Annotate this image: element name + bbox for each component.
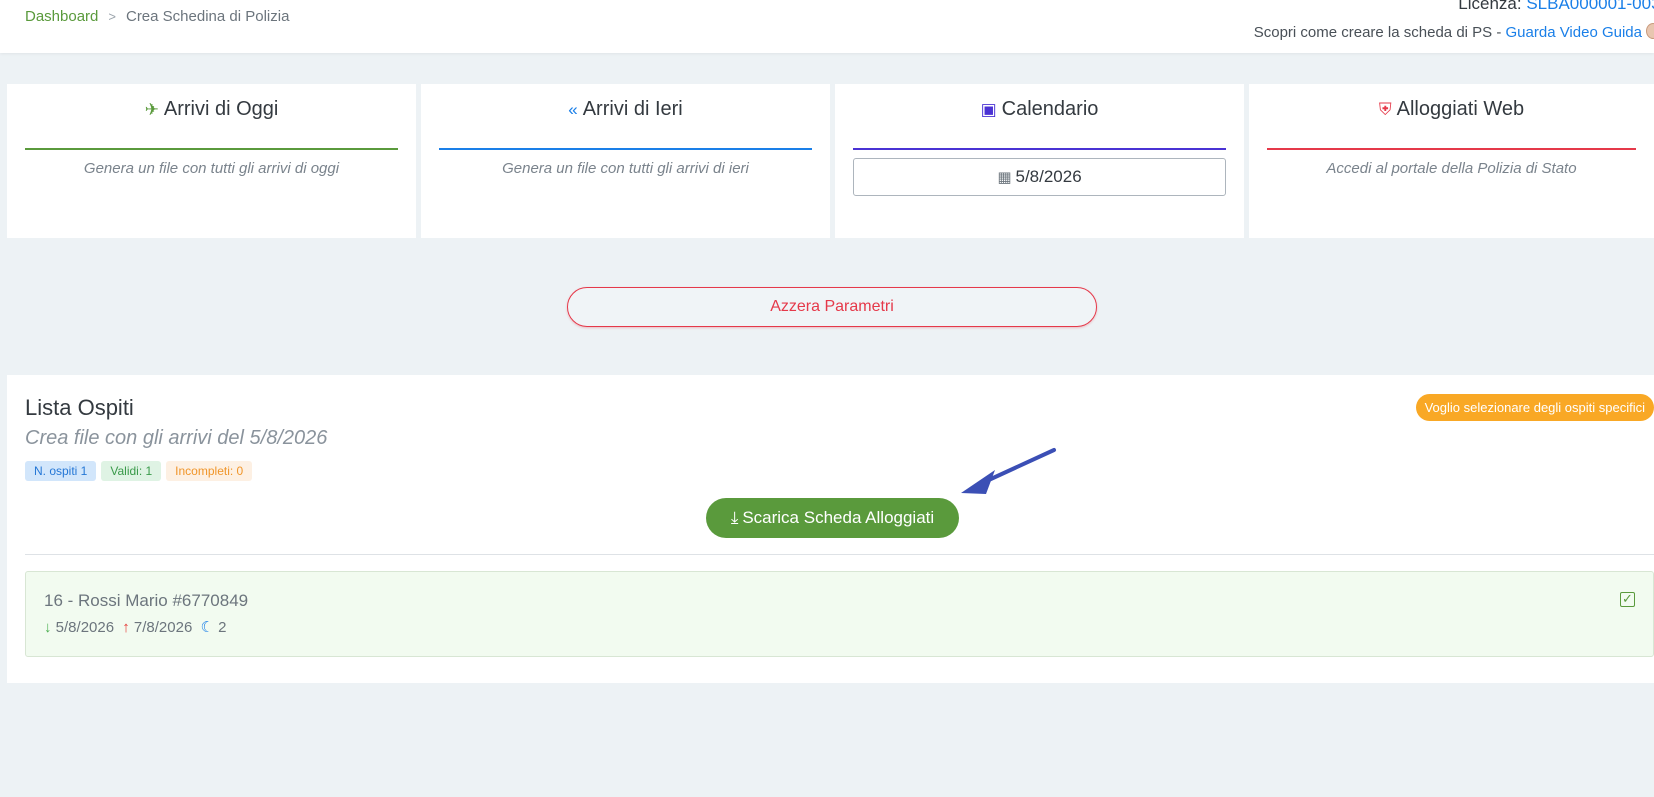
- card-accent-line: [25, 148, 398, 150]
- card-title: ▣ Calendario: [980, 98, 1099, 120]
- reply-all-icon: «: [568, 100, 578, 119]
- annotation-arrow-icon: [961, 448, 1056, 494]
- download-icon: ⤓: [730, 508, 739, 527]
- valid-count-badge: Validi: 1: [101, 461, 162, 481]
- license-code-link[interactable]: SLBA000001-0039: [1526, 0, 1654, 13]
- video-guide-info: Scopri come creare la scheda di PS - Gua…: [1254, 23, 1654, 41]
- card-arrivi-oggi[interactable]: ✈︎ Arrivi di Oggi Genera un file con tutt…: [7, 84, 416, 238]
- guest-list-panel: Lista Ospiti Crea file con gli arrivi de…: [7, 375, 1654, 683]
- guest-badges: N. ospiti 1 Validi: 1 Incompleti: 0: [25, 461, 253, 481]
- card-title: ✈︎ Arrivi di Oggi: [144, 98, 279, 120]
- departure-date: 7/8/2026: [133, 619, 193, 636]
- breadcrumb: Dashboard > Crea Schedina di Polizia: [25, 8, 289, 25]
- departure-arrow-icon: ↑: [122, 619, 130, 636]
- shield-icon: ⛨: [1378, 100, 1392, 119]
- card-accent-line: [1267, 148, 1636, 150]
- card-accent-line: [853, 148, 1226, 150]
- plane-landing-icon: ✈︎: [144, 100, 159, 119]
- calendar-clock-icon: ▣: [980, 100, 997, 119]
- guide-text: Scopri come creare la scheda di PS -: [1253, 24, 1506, 41]
- incomplete-count-badge: Incompleti: 0: [166, 461, 253, 481]
- breadcrumb-chevron-icon: >: [108, 9, 116, 24]
- arrival-arrow-icon: ↓: [44, 619, 52, 636]
- guest-count-badge: N. ospiti 1: [25, 461, 97, 481]
- breadcrumb-dashboard-link[interactable]: Dashboard: [25, 8, 98, 25]
- top-bar: Dashboard > Crea Schedina di Polizia Licen…: [0, 0, 1654, 53]
- license-label: Licenza:: [1458, 0, 1527, 13]
- card-arrivi-ieri[interactable]: «Arrivi di Ieri Genera un file con tutti…: [421, 84, 830, 238]
- card-description: Accedi al portale della Polizia di Stato: [1326, 160, 1577, 177]
- panel-title: Lista Ospiti: [25, 395, 134, 420]
- video-guide-icon: [1646, 23, 1654, 39]
- card-description: Genera un file con tutti gli arrivi di i…: [502, 160, 749, 177]
- card-alloggiati-web[interactable]: ⛨ Alloggiati Web Accedi al portale della …: [1249, 84, 1654, 238]
- panel-subtitle: Crea file con gli arrivi del 5/8/2026: [25, 427, 328, 449]
- reset-parameters-button[interactable]: Azzera Parametri: [567, 287, 1097, 327]
- divider: [25, 554, 1654, 555]
- guest-name: 16 - Rossi Mario #6770849: [44, 591, 249, 610]
- card-title: «Arrivi di Ieri: [568, 98, 683, 120]
- card-description: Genera un file con tutti gli arrivi di o…: [83, 160, 340, 177]
- license-info: Licenza: SLBA000001-0039: [1458, 0, 1654, 14]
- breadcrumb-current: Crea Schedina di Polizia: [125, 8, 290, 25]
- video-guide-link[interactable]: Guarda Video Guida: [1506, 24, 1643, 41]
- guest-stay-info: ↓ 5/8/2026 ↑ 7/8/2026 ☾ 2: [44, 618, 226, 636]
- nights-count: 2: [218, 619, 227, 636]
- arrival-date: 5/8/2026: [55, 619, 115, 636]
- date-picker-input[interactable]: ▦ 5/8/2026: [853, 158, 1226, 196]
- card-title: ⛨ Alloggiati Web: [1378, 98, 1525, 120]
- guest-checkbox[interactable]: ✓: [1620, 592, 1635, 607]
- select-specific-guests-button[interactable]: Voglio selezionare degli ospiti specific…: [1415, 394, 1654, 421]
- guest-row[interactable]: 16 - Rossi Mario #6770849 ↓ 5/8/2026 ↑ 7…: [25, 571, 1654, 657]
- calendar-icon: ▦: [997, 169, 1012, 186]
- download-scheda-button[interactable]: ⤓ Scarica Scheda Alloggiati: [706, 498, 959, 538]
- card-calendario: ▣ Calendario ▦ 5/8/2026: [835, 84, 1244, 238]
- moon-icon: ☾: [200, 619, 214, 636]
- card-accent-line: [439, 148, 812, 150]
